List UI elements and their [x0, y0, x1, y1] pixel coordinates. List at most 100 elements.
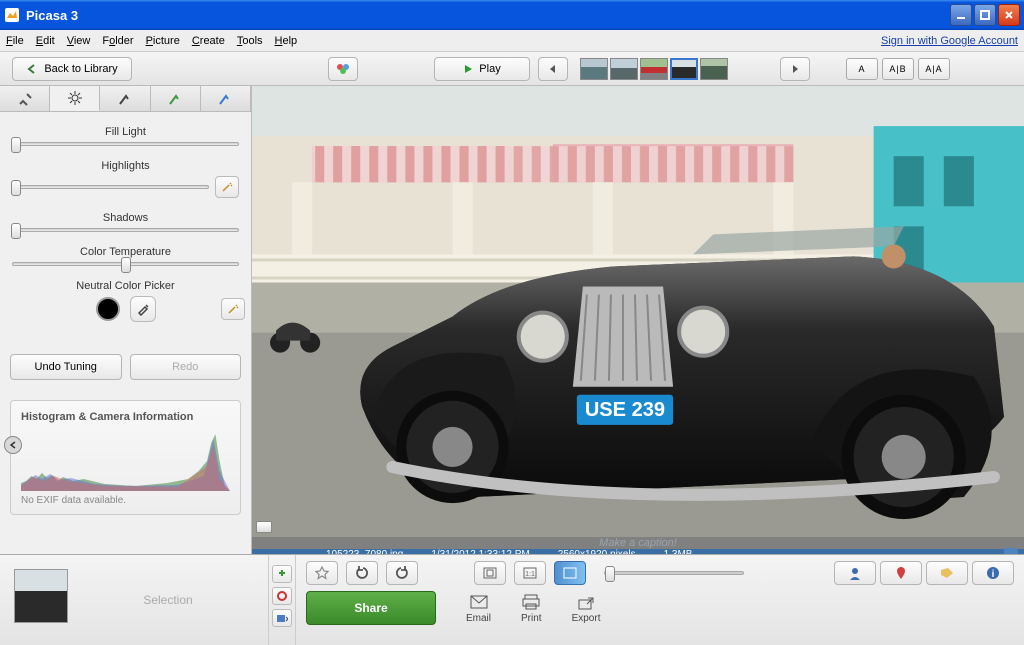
menu-bar: File Edit View Folder Picture Create Too…: [0, 30, 1024, 52]
svg-text:1:1: 1:1: [525, 571, 535, 578]
add-to-button[interactable]: [272, 609, 292, 627]
filmstrip-thumb[interactable]: [580, 58, 608, 80]
caption-input[interactable]: Make a caption!: [252, 537, 1024, 549]
geotag-button[interactable]: [880, 561, 922, 585]
auto-highlights-button[interactable]: [215, 176, 239, 198]
circle-icon: [277, 591, 287, 601]
collapse-panel-button[interactable]: [4, 436, 22, 454]
tab-effects-1[interactable]: [100, 86, 150, 111]
tab-effects-2[interactable]: [151, 86, 201, 111]
main-photo[interactable]: USE 239: [252, 86, 1024, 537]
export-icon: [577, 594, 595, 610]
eyedropper-icon: [136, 302, 150, 316]
main-toolbar: Back to Library Play A A|B A|A: [0, 52, 1024, 86]
filmstrip: [580, 58, 728, 80]
menu-create[interactable]: Create: [192, 35, 225, 47]
filmstrip-thumb[interactable]: [700, 58, 728, 80]
compare-single-button[interactable]: A: [846, 58, 878, 80]
fill-light-label: Fill Light: [12, 126, 239, 138]
zoom-slider[interactable]: [604, 571, 744, 575]
picture-icon: [563, 567, 577, 579]
prev-photo-button[interactable]: [538, 57, 568, 81]
compare-aa-button[interactable]: A|A: [918, 58, 950, 80]
filmstrip-thumb-current[interactable]: [670, 58, 698, 80]
person-icon: [848, 566, 862, 580]
fit-icon: [483, 567, 497, 579]
highlights-label: Highlights: [12, 160, 239, 172]
color-temp-slider[interactable]: [12, 262, 239, 266]
arrow-left-icon: [26, 63, 38, 75]
shadows-slider[interactable]: [12, 228, 239, 232]
exif-status: No EXIF data available.: [21, 495, 230, 506]
tab-basic-fixes[interactable]: [0, 86, 50, 111]
undo-tuning-button[interactable]: Undo Tuning: [10, 354, 122, 380]
back-to-library-button[interactable]: Back to Library: [12, 57, 132, 81]
filmstrip-thumb[interactable]: [610, 58, 638, 80]
onetoone-icon: 1:1: [523, 567, 537, 579]
fill-light-slider[interactable]: [12, 142, 239, 146]
next-photo-button[interactable]: [780, 57, 810, 81]
compare-ab-button[interactable]: A|B: [882, 58, 914, 80]
play-label: Play: [479, 63, 500, 75]
tab-tuning[interactable]: [50, 86, 100, 111]
play-slideshow-button[interactable]: Play: [434, 57, 530, 81]
window-maximize-button[interactable]: [974, 4, 996, 26]
colorpalette-icon: [335, 62, 351, 76]
window-close-button[interactable]: [998, 4, 1020, 26]
neutral-color-swatch: [96, 297, 120, 321]
export-button[interactable]: Export: [572, 593, 601, 624]
histogram-panel: Histogram & Camera Information No EXIF d…: [10, 400, 241, 515]
email-button[interactable]: Email: [466, 593, 491, 624]
resize-grip[interactable]: [256, 521, 272, 533]
share-button[interactable]: Share: [306, 591, 436, 625]
print-button[interactable]: Print: [521, 593, 542, 624]
redo-tuning-button: Redo: [130, 354, 242, 380]
rotate-cw-icon: [395, 566, 409, 580]
tag-button[interactable]: [926, 561, 968, 585]
window-titlebar: Picasa 3: [0, 0, 1024, 30]
menu-file[interactable]: File: [6, 35, 24, 47]
actual-size-button[interactable]: 1:1: [514, 561, 546, 585]
fit-window-button[interactable]: [474, 561, 506, 585]
shadows-label: Shadows: [12, 212, 239, 224]
color-picker-button[interactable]: [328, 57, 358, 81]
menu-help[interactable]: Help: [275, 35, 298, 47]
selection-thumb[interactable]: [14, 569, 68, 623]
filmstrip-thumb[interactable]: [640, 58, 668, 80]
auto-color-button[interactable]: [221, 298, 245, 320]
wand-icon: [227, 303, 239, 315]
image-viewer: USE 239 Make a caption! 105223_7080.jpg …: [252, 86, 1024, 554]
window-title: Picasa 3: [26, 8, 78, 23]
back-label: Back to Library: [44, 63, 117, 75]
rotate-ccw-button[interactable]: [346, 561, 378, 585]
people-tag-button[interactable]: [834, 561, 876, 585]
arrow-right-icon: [789, 63, 801, 75]
bottom-tray: Selection 1:1 i Share Email: [0, 554, 1024, 645]
tab-effects-3[interactable]: [201, 86, 251, 111]
menu-folder[interactable]: Folder: [102, 35, 133, 47]
tray-tools: [268, 555, 296, 645]
clear-button[interactable]: [272, 587, 292, 605]
star-button[interactable]: [306, 561, 338, 585]
eyedropper-button[interactable]: [130, 296, 156, 322]
arrow-left-icon: [547, 63, 559, 75]
rotate-cw-button[interactable]: [386, 561, 418, 585]
print-icon: [522, 594, 540, 610]
neutral-picker-label: Neutral Color Picker: [12, 280, 239, 292]
menu-edit[interactable]: Edit: [36, 35, 55, 47]
histogram-chart: [21, 431, 230, 491]
edit-side-panel: Fill Light Highlights Shadows Color: [0, 86, 252, 554]
window-minimize-button[interactable]: [950, 4, 972, 26]
highlights-slider[interactable]: [12, 185, 209, 189]
histogram-title: Histogram & Camera Information: [21, 411, 230, 423]
pin-icon: [895, 566, 907, 580]
menu-picture[interactable]: Picture: [146, 35, 180, 47]
menu-view[interactable]: View: [67, 35, 91, 47]
zoom-mode-button[interactable]: [554, 561, 586, 585]
hold-button[interactable]: [272, 565, 292, 583]
tag-icon: [940, 567, 954, 579]
properties-button[interactable]: i: [972, 561, 1014, 585]
menu-tools[interactable]: Tools: [237, 35, 263, 47]
pin-icon: [277, 569, 287, 579]
signin-link[interactable]: Sign in with Google Account: [881, 35, 1018, 47]
